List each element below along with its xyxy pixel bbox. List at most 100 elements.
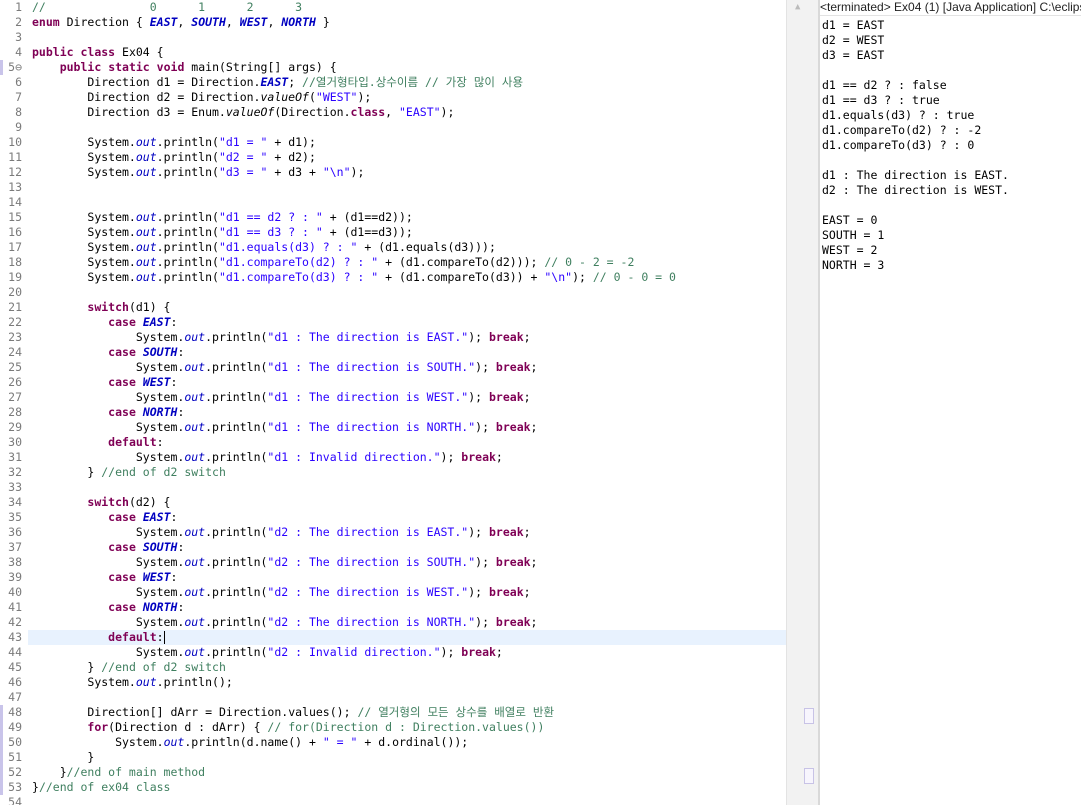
line-number: 41 xyxy=(8,600,22,614)
code-line-5[interactable]: public static void main(String[] args) { xyxy=(32,60,784,75)
line-number: 37 xyxy=(8,540,22,554)
code-line-34[interactable]: switch(d2) { xyxy=(32,495,784,510)
code-line-39[interactable]: case WEST: xyxy=(32,570,784,585)
code-line-52[interactable]: }//end of main method xyxy=(32,765,784,780)
scroll-up-icon[interactable]: ▲ xyxy=(795,2,800,12)
line-number: 21 xyxy=(8,300,22,314)
code-line-15[interactable]: System.out.println("d1 == d2 ? : " + (d1… xyxy=(32,210,784,225)
line-number: 12 xyxy=(8,165,22,179)
line-number: 32 xyxy=(8,465,22,479)
code-line-4[interactable]: public class Ex04 { xyxy=(32,45,784,60)
line-number: 1 xyxy=(15,0,22,14)
console-line: WEST = 2 xyxy=(822,243,878,257)
code-line-40[interactable]: System.out.println("d2 : The direction i… xyxy=(32,585,784,600)
code-line-6[interactable]: Direction d1 = Direction.EAST; //열거형타입.상… xyxy=(32,75,784,90)
line-number: 18 xyxy=(8,255,22,269)
line-number: 10 xyxy=(8,135,22,149)
line-number-gutter: 1 2 3 4 5⊖ 6 7 8 9 10 11 12 13 14 15 16 17 18 19 20 21 22 23 24… xyxy=(0,0,26,805)
code-line-17[interactable]: System.out.println("d1.equals(d3) ? : " … xyxy=(32,240,784,255)
code-line-42[interactable]: System.out.println("d2 : The direction i… xyxy=(32,615,784,630)
code-line-30[interactable]: default: xyxy=(32,435,784,450)
line-number: 5⊖ xyxy=(8,60,22,74)
line-number: 42 xyxy=(8,615,22,629)
line-number: 54 xyxy=(8,795,22,805)
code-line-49[interactable]: for(Direction d : dArr) { // for(Directi… xyxy=(32,720,784,735)
code-line-48[interactable]: Direction[] dArr = Direction.values(); /… xyxy=(32,705,784,720)
line-number: 28 xyxy=(8,405,22,419)
line-number: 13 xyxy=(8,180,22,194)
editor-overview-ruler[interactable]: ▲ xyxy=(786,0,819,805)
console-view[interactable]: <terminated> Ex04 (1) [Java Application]… xyxy=(820,0,1081,805)
code-line-44[interactable]: System.out.println("d2 : Invalid directi… xyxy=(32,645,784,660)
line-number: 31 xyxy=(8,450,22,464)
code-line-22[interactable]: case EAST: xyxy=(32,315,784,330)
line-number: 50 xyxy=(8,735,22,749)
code-line-19[interactable]: System.out.println("d1.compareTo(d3) ? :… xyxy=(32,270,784,285)
line-number: 11 xyxy=(8,150,22,164)
code-line-35[interactable]: case EAST: xyxy=(32,510,784,525)
code-line-29[interactable]: System.out.println("d1 : The direction i… xyxy=(32,420,784,435)
overview-marker[interactable] xyxy=(804,708,814,724)
code-line-8[interactable]: Direction d3 = Enum.valueOf(Direction.cl… xyxy=(32,105,784,120)
code-line-24[interactable]: case SOUTH: xyxy=(32,345,784,360)
code-area[interactable]: // 0 1 2 3 enum Direction { EAST, SOUTH,… xyxy=(28,0,786,805)
code-line-50[interactable]: System.out.println(d.name() + " = " + d.… xyxy=(32,735,784,750)
console-line: d3 = EAST xyxy=(822,48,885,62)
code-line-12[interactable]: System.out.println("d3 = " + d3 + "\n"); xyxy=(32,165,784,180)
line-number: 24 xyxy=(8,345,22,359)
code-line-10[interactable]: System.out.println("d1 = " + d1); xyxy=(32,135,784,150)
line-number: 43 xyxy=(8,630,22,644)
line-number: 15 xyxy=(8,210,22,224)
change-marker xyxy=(0,765,3,780)
line-number: 9 xyxy=(15,120,22,134)
line-number: 49 xyxy=(8,720,22,734)
line-number: 26 xyxy=(8,375,22,389)
code-line-27[interactable]: System.out.println("d1 : The direction i… xyxy=(32,390,784,405)
code-line-41[interactable]: case NORTH: xyxy=(32,600,784,615)
line-number: 19 xyxy=(8,270,22,284)
code-line-7[interactable]: Direction d2 = Direction.valueOf("WEST")… xyxy=(32,90,784,105)
code-line-11[interactable]: System.out.println("d2 = " + d2); xyxy=(32,150,784,165)
code-line-28[interactable]: case NORTH: xyxy=(32,405,784,420)
code-line-37[interactable]: case SOUTH: xyxy=(32,540,784,555)
line-number: 25 xyxy=(8,360,22,374)
code-line-51[interactable]: } xyxy=(32,750,784,765)
line-number: 34 xyxy=(8,495,22,509)
code-line-21[interactable]: switch(d1) { xyxy=(32,300,784,315)
change-marker xyxy=(0,750,3,765)
line-number: 22 xyxy=(8,315,22,329)
line-number: 6 xyxy=(15,75,22,89)
change-marker xyxy=(0,705,3,720)
code-line-32[interactable]: } //end of d2 switch xyxy=(32,465,784,480)
code-line-45[interactable]: } //end of d2 switch xyxy=(32,660,784,675)
code-line-36[interactable]: System.out.println("d2 : The direction i… xyxy=(32,525,784,540)
console-line: SOUTH = 1 xyxy=(822,228,885,242)
line-number: 48 xyxy=(8,705,22,719)
code-line-16[interactable]: System.out.println("d1 == d3 ? : " + (d1… xyxy=(32,225,784,240)
line-number: 17 xyxy=(8,240,22,254)
code-line-23[interactable]: System.out.println("d1 : The direction i… xyxy=(32,330,784,345)
line-number: 7 xyxy=(15,90,22,104)
code-line-1[interactable]: // 0 1 2 3 xyxy=(32,0,784,15)
code-line-31[interactable]: System.out.println("d1 : Invalid directi… xyxy=(32,450,784,465)
code-line-25[interactable]: System.out.println("d1 : The direction i… xyxy=(32,360,784,375)
change-marker xyxy=(0,60,3,75)
code-line-46[interactable]: System.out.println(); xyxy=(32,675,784,690)
code-line-2[interactable]: enum Direction { EAST, SOUTH, WEST, NORT… xyxy=(32,15,784,30)
overview-marker[interactable] xyxy=(804,768,814,784)
current-line-highlight[interactable]: default: xyxy=(28,630,786,645)
line-number: 52 xyxy=(8,765,22,779)
change-marker xyxy=(0,780,3,795)
line-number: 16 xyxy=(8,225,22,239)
console-line: d2 = WEST xyxy=(822,33,885,47)
code-line-26[interactable]: case WEST: xyxy=(32,375,784,390)
line-number: 33 xyxy=(8,480,22,494)
code-editor[interactable]: 1 2 3 4 5⊖ 6 7 8 9 10 11 12 13 14 15 16 17 18 19 20 21 22 23 24… xyxy=(0,0,786,805)
code-line-38[interactable]: System.out.println("d2 : The direction i… xyxy=(32,555,784,570)
line-number: 36 xyxy=(8,525,22,539)
console-title: <terminated> Ex04 (1) [Java Application]… xyxy=(820,0,1081,16)
console-line: d1.equals(d3) ? : true xyxy=(822,108,975,122)
code-line-53[interactable]: }//end of ex04 class xyxy=(32,780,784,795)
code-line-18[interactable]: System.out.println("d1.compareTo(d2) ? :… xyxy=(32,255,784,270)
